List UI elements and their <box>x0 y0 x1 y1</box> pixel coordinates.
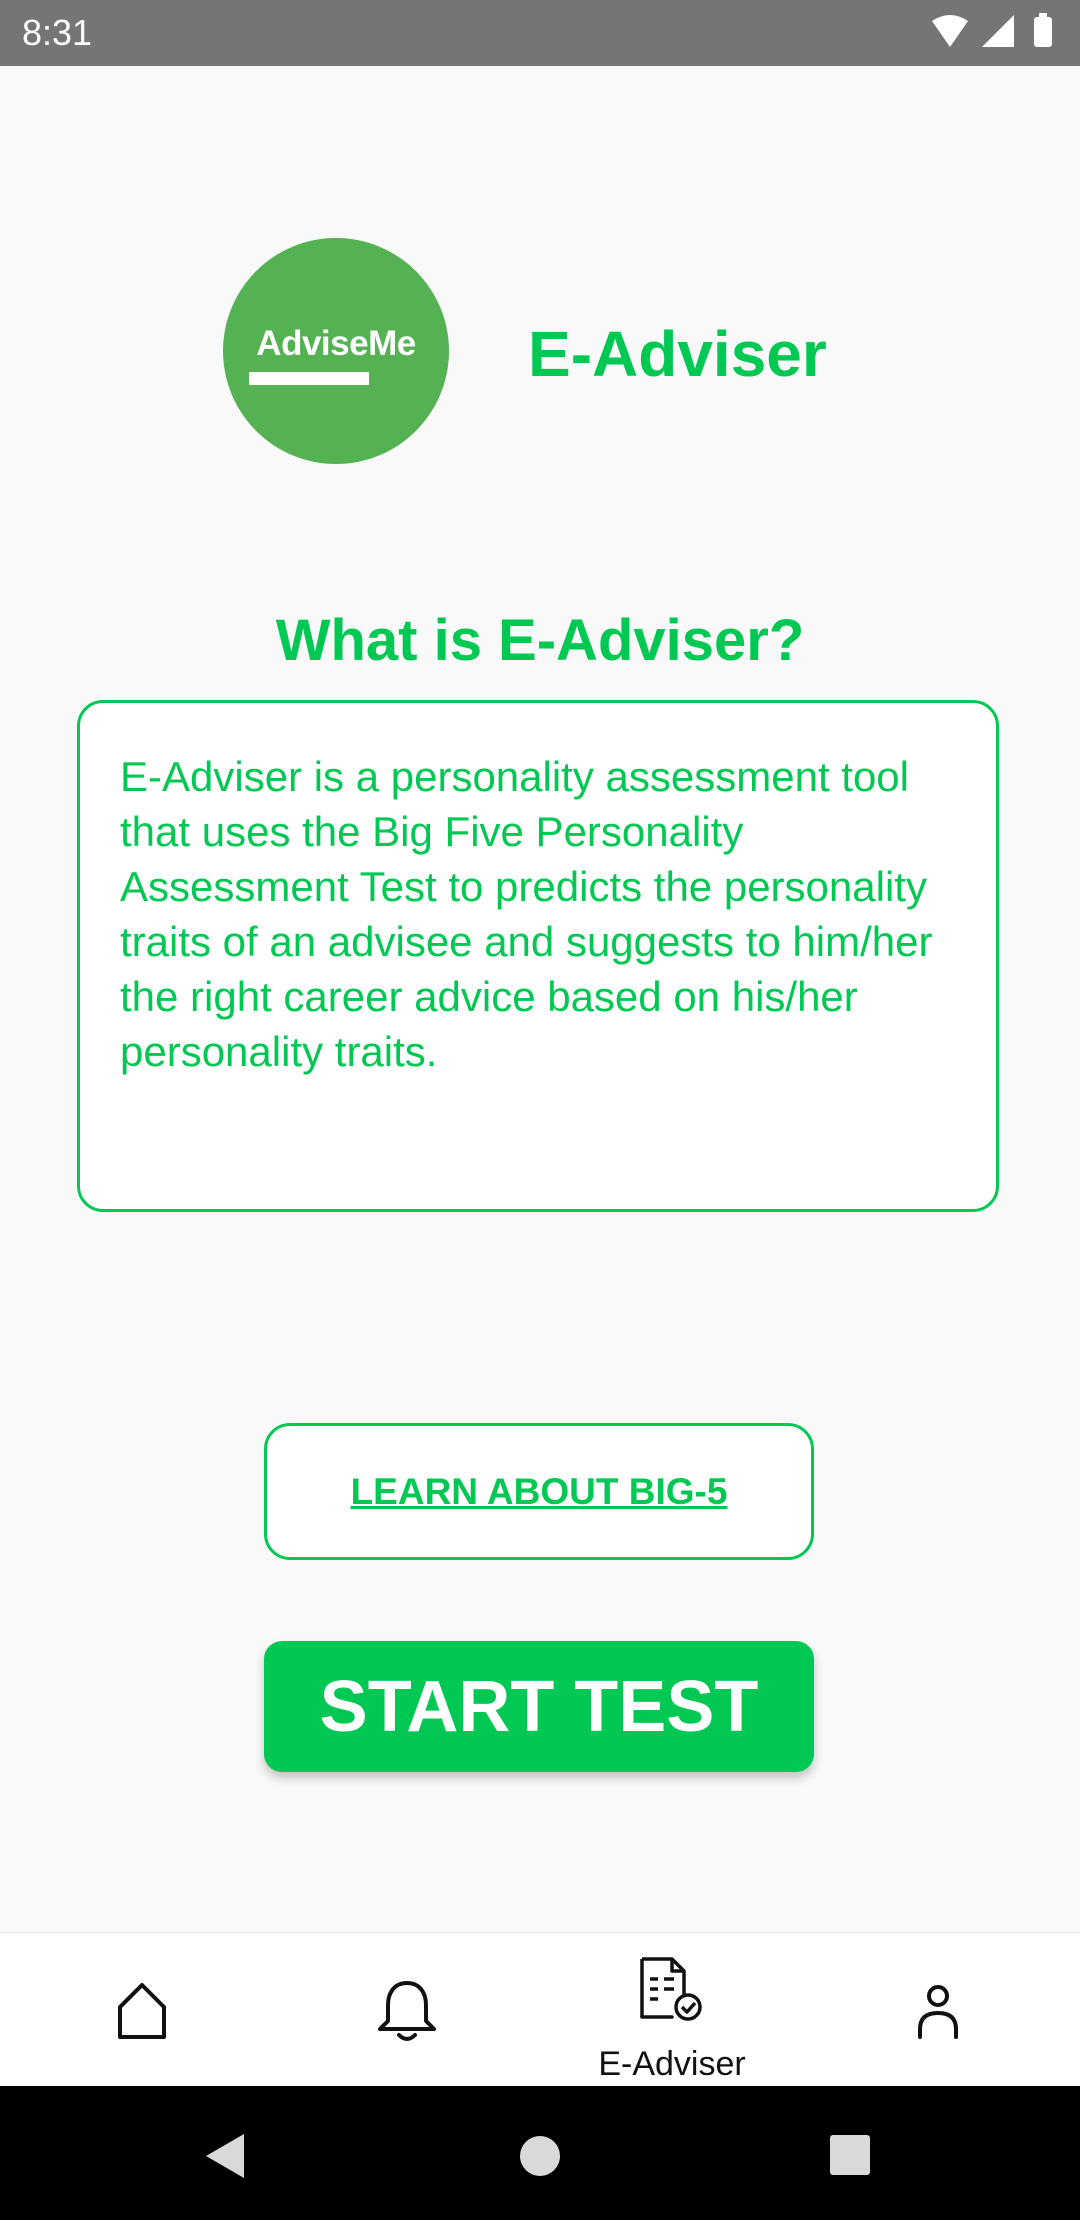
learn-about-big5-button[interactable]: LEARN ABOUT BIG-5 <box>264 1423 814 1560</box>
home-circle-icon[interactable] <box>518 2134 562 2178</box>
document-check-icon <box>640 1957 702 2021</box>
person-icon <box>918 1985 958 2039</box>
status-time: 8:31 <box>22 12 93 53</box>
back-icon[interactable] <box>204 2132 248 2180</box>
description-card: E-Adviser is a personality assessment to… <box>77 700 999 1212</box>
status-icons <box>930 13 1060 53</box>
section-heading: What is E-Adviser? <box>275 608 805 673</box>
wifi-icon <box>932 15 968 47</box>
logo-underline <box>249 372 369 385</box>
cell-signal-icon <box>982 15 1014 47</box>
adviseme-logo: AdviseMe <box>223 238 449 464</box>
status-bar: 8:31 <box>0 0 1080 66</box>
description-text: E-Adviser is a personality assessment to… <box>120 753 933 1075</box>
nav-item-profile[interactable] <box>856 1933 1020 2087</box>
bottom-nav: E-Adviser <box>0 1932 1080 2087</box>
bell-icon <box>378 1981 436 2041</box>
nav-label-e-adviser: E-Adviser <box>598 2045 746 2083</box>
start-test-button[interactable]: START TEST <box>264 1641 814 1772</box>
nav-item-home[interactable] <box>60 1933 224 2087</box>
nav-item-e-adviser[interactable]: E-Adviser <box>572 1933 772 2087</box>
logo-text: AdviseMe <box>256 324 416 363</box>
app-title: E-Adviser <box>528 318 827 390</box>
home-icon <box>118 1983 166 2039</box>
nav-item-notifications[interactable] <box>324 1933 488 2087</box>
recents-icon[interactable] <box>829 2134 871 2176</box>
system-nav-bar <box>0 2086 1080 2220</box>
battery-icon <box>1034 13 1052 47</box>
